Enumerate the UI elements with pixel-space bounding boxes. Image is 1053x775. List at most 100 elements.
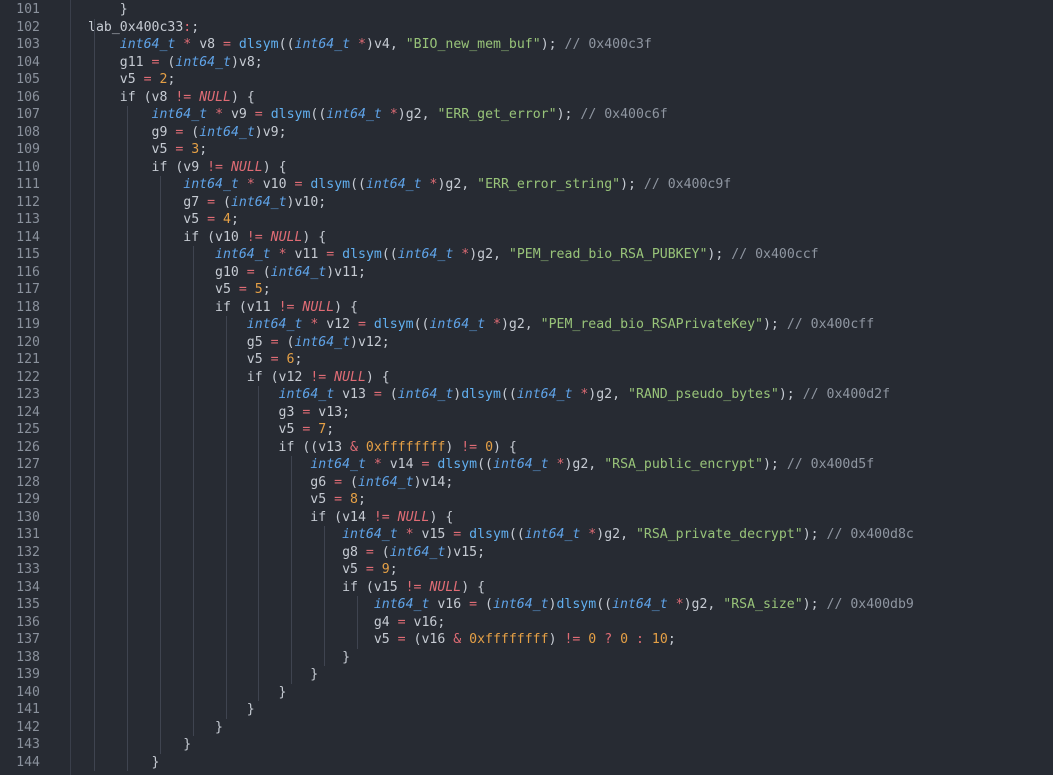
code-line[interactable]: 128 g6 = (int64_t)v14; (0, 474, 1053, 492)
code-text: v5 = 3; (88, 142, 208, 157)
code-line[interactable]: 129 v5 = 8; (0, 491, 1053, 509)
code-line[interactable]: 135 int64_t v16 = (int64_t)dlsym((int64_… (0, 596, 1053, 614)
code-line[interactable]: 113 v5 = 4; (0, 211, 1053, 229)
code-text: v5 = 9; (88, 562, 398, 577)
code-line[interactable]: 124 g3 = v13; (0, 404, 1053, 422)
line-number: 137 (16, 632, 40, 647)
line-number: 123 (16, 387, 40, 402)
line-number: 112 (16, 194, 40, 210)
code-line[interactable]: 114 if (v10 != NULL) { (0, 229, 1053, 247)
code-line[interactable]: 134 if (v15 != NULL) { (0, 579, 1053, 597)
code-line[interactable]: 127 int64_t * v14 = dlsym((int64_t *)g2,… (0, 456, 1053, 474)
line-number: 130 (16, 509, 40, 525)
line-number: 121 (16, 352, 40, 367)
code-line[interactable]: 125 v5 = 7; (0, 421, 1053, 439)
line-number: 131 (16, 527, 40, 542)
code-line[interactable]: 123 int64_t v13 = (int64_t)dlsym((int64_… (0, 386, 1053, 404)
code-text: g10 = (int64_t)v11; (88, 264, 366, 280)
code-line[interactable]: 142 } (0, 719, 1053, 737)
code-text: } (88, 2, 128, 17)
line-number: 122 (16, 369, 40, 385)
code-line[interactable]: 143 } (0, 736, 1053, 754)
code-text: int64_t v13 = (int64_t)dlsym((int64_t *)… (278, 387, 891, 402)
code-text: if (v15 != NULL) { (88, 579, 486, 595)
code-line[interactable]: 107 int64_t * v9 = dlsym((int64_t *)g2, … (0, 106, 1053, 124)
line-number: 108 (16, 124, 40, 140)
code-line[interactable]: 117 v5 = 5; (0, 281, 1053, 299)
line-number: 133 (16, 562, 40, 577)
code-line[interactable]: 106 if (v8 != NULL) { (0, 89, 1053, 107)
code-text: if (v8 != NULL) { (88, 89, 255, 105)
line-number: 125 (16, 422, 40, 437)
line-number: 120 (16, 334, 40, 350)
line-number: 119 (16, 317, 40, 332)
code-text: int64_t * v8 = dlsym((int64_t *)v4, "BIO… (119, 37, 652, 52)
code-line[interactable]: 111 int64_t * v10 = dlsym((int64_t *)g2,… (0, 176, 1053, 194)
code-line[interactable]: 144 } (0, 754, 1053, 772)
code-line[interactable]: 104 g11 = (int64_t)v8; (0, 54, 1053, 72)
code-text: } (88, 737, 192, 752)
line-number: 135 (16, 597, 40, 612)
line-number: 110 (16, 159, 40, 175)
line-number: 102 (16, 19, 40, 35)
line-number: 136 (16, 614, 40, 630)
code-line[interactable]: 112 g7 = (int64_t)v10; (0, 194, 1053, 212)
line-number: 109 (16, 142, 40, 157)
code-text: v5 = (v16 & 0xffffffff) != 0 ? 0 : 10; (88, 632, 676, 647)
code-text: g4 = v16; (88, 614, 446, 630)
code-text: g11 = (int64_t)v8; (88, 54, 263, 70)
code-line[interactable]: 131 int64_t * v15 = dlsym((int64_t *)g2,… (0, 526, 1053, 544)
code-line[interactable]: 141 } (0, 701, 1053, 719)
code-line[interactable]: 115 int64_t * v11 = dlsym((int64_t *)g2,… (0, 246, 1053, 264)
code-line[interactable]: 137 v5 = (v16 & 0xffffffff) != 0 ? 0 : 1… (0, 631, 1053, 649)
line-number: 144 (16, 754, 40, 770)
code-line[interactable]: 138 } (0, 649, 1053, 667)
code-text: lab_0x400c33:; (88, 19, 200, 35)
indent-guide (225, 316, 227, 719)
code-line[interactable]: 120 g5 = (int64_t)v12; (0, 334, 1053, 352)
code-line[interactable]: 118 if (v11 != NULL) { (0, 299, 1053, 317)
code-text: g5 = (int64_t)v12; (88, 334, 390, 350)
code-line[interactable]: 101 } (0, 1, 1053, 19)
line-number: 143 (16, 737, 40, 752)
code-text: v5 = 7; (88, 422, 335, 437)
code-text: } (88, 702, 255, 717)
line-number: 113 (16, 212, 40, 227)
code-line[interactable]: 102 lab_0x400c33:; (0, 19, 1053, 37)
code-line[interactable]: 109 v5 = 3; (0, 141, 1053, 159)
code-line[interactable]: 130 if (v14 != NULL) { (0, 509, 1053, 527)
code-line[interactable]: 140 } (0, 684, 1053, 702)
line-number: 105 (16, 72, 40, 87)
code-text: } (88, 719, 223, 735)
code-text: } (88, 667, 319, 682)
line-number: 139 (16, 667, 40, 682)
code-text: if (v12 != NULL) { (88, 369, 390, 385)
code-line[interactable]: 116 g10 = (int64_t)v11; (0, 264, 1053, 282)
code-text: int64_t * v15 = dlsym((int64_t *)g2, "RS… (342, 527, 914, 542)
code-text: int64_t * v12 = dlsym((int64_t *)g2, "PE… (246, 317, 875, 332)
code-text: v5 = 4; (88, 212, 239, 227)
code-line[interactable]: 119 int64_t * v12 = dlsym((int64_t *)g2,… (0, 316, 1053, 334)
code-line[interactable]: 133 v5 = 9; (0, 561, 1053, 579)
code-text: if (v11 != NULL) { (88, 299, 358, 315)
code-line[interactable]: 136 g4 = v16; (0, 614, 1053, 632)
code-line[interactable]: 103 int64_t * v8 = dlsym((int64_t *)v4, … (0, 36, 1053, 54)
code-line[interactable]: 121 v5 = 6; (0, 351, 1053, 369)
code-line[interactable]: 105 v5 = 2; (0, 71, 1053, 89)
code-line[interactable]: 132 g8 = (int64_t)v15; (0, 544, 1053, 562)
code-line[interactable]: 126 if ((v13 & 0xffffffff) != 0) { (0, 439, 1053, 457)
indent-guide (126, 106, 128, 771)
code-text: g6 = (int64_t)v14; (88, 474, 454, 490)
code-line[interactable]: 108 g9 = (int64_t)v9; (0, 124, 1053, 142)
code-editor[interactable]: 101 } 102 lab_0x400c33:; 103 int64_t * v8 =… (0, 0, 1053, 775)
code-text: g9 = (int64_t)v9; (88, 124, 287, 140)
code-text: int64_t v16 = (int64_t)dlsym((int64_t *)… (373, 597, 914, 612)
line-number: 118 (16, 299, 40, 315)
code-line[interactable]: 139 } (0, 666, 1053, 684)
code-line[interactable]: 122 if (v12 != NULL) { (0, 369, 1053, 387)
code-text: v5 = 5; (88, 282, 271, 297)
indent-guide (324, 526, 326, 666)
code-line[interactable]: 110 if (v9 != NULL) { (0, 159, 1053, 177)
indent-guide (291, 456, 293, 684)
code-text: if (v10 != NULL) { (88, 229, 327, 245)
